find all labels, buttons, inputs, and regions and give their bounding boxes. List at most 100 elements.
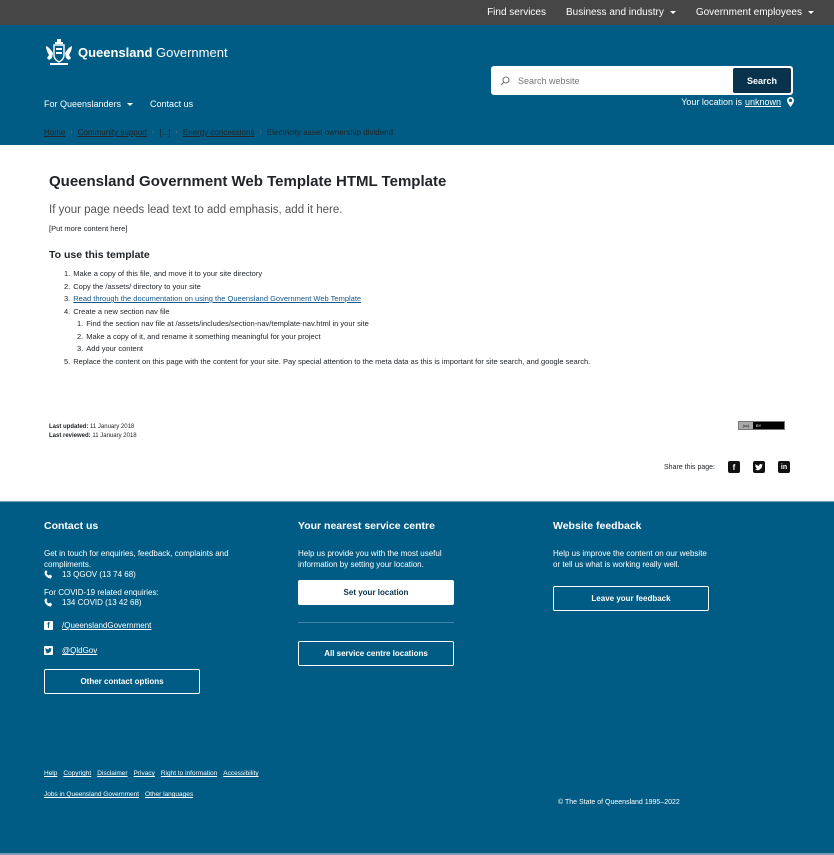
facebook-link[interactable]: /QueenslandGovernment bbox=[62, 621, 151, 630]
list-item: 2. Make a copy of it, and rename it somet… bbox=[77, 331, 809, 344]
utility-item-label: Find services bbox=[487, 7, 546, 18]
all-service-centres-button[interactable]: All service centre locations bbox=[298, 641, 454, 666]
service-centre-text: Help us provide you with the most useful… bbox=[298, 549, 442, 569]
footer-divider bbox=[298, 622, 454, 623]
facebook-icon[interactable]: f bbox=[728, 461, 740, 473]
step-text: Find the section nav file at /assets/inc… bbox=[86, 319, 369, 328]
location-pin-icon bbox=[787, 97, 794, 107]
list-item: 3. Read through the documentation on usin… bbox=[64, 293, 809, 306]
chevron-right-icon: › bbox=[70, 129, 73, 136]
utility-item-label: Government employees bbox=[695, 7, 802, 18]
phone-number: 13 QGOV (13 74 68) bbox=[62, 570, 136, 579]
main-nav: For Queenslanders Contact us bbox=[44, 99, 210, 109]
utility-nav: Find services Business and industry Gove… bbox=[0, 0, 834, 25]
documentation-link[interactable]: Read through the documentation on using … bbox=[73, 294, 361, 303]
page-meta: Last updated: 11 January 2018 Last revie… bbox=[49, 423, 137, 441]
footer-link-privacy[interactable]: Privacy bbox=[134, 770, 155, 777]
last-updated: Last updated: 11 January 2018 bbox=[49, 423, 137, 432]
list-item: 3. Add your content bbox=[77, 343, 809, 356]
caret-down-icon bbox=[669, 11, 676, 14]
search-input[interactable] bbox=[518, 75, 733, 86]
facebook-icon: f bbox=[44, 621, 53, 630]
utility-business-industry[interactable]: Business and industry bbox=[566, 7, 676, 18]
service-centre-heading: Your nearest service centre bbox=[298, 520, 435, 532]
feedback-heading: Website feedback bbox=[553, 520, 642, 532]
caret-down-icon bbox=[127, 102, 134, 106]
step-number: 2. bbox=[77, 331, 84, 341]
footer-link-disclaimer[interactable]: Disclaimer bbox=[97, 770, 127, 777]
lead-text: If your page needs lead text to add emph… bbox=[49, 204, 343, 216]
chevron-right-icon: › bbox=[175, 129, 178, 136]
brand-name-regular: Government bbox=[152, 44, 228, 60]
breadcrumb-current: Electricity asset ownership dividend bbox=[266, 128, 394, 137]
nav-contact-us[interactable]: Contact us bbox=[150, 99, 193, 109]
set-location-button[interactable]: Set your location bbox=[298, 580, 454, 605]
site-header: Queensland Government Search bbox=[0, 25, 834, 145]
location-indicator: Your location is unknown bbox=[681, 97, 794, 107]
footer-links: Help Copyright Disclaimer Privacy Right … bbox=[44, 770, 265, 812]
breadcrumb-community-support[interactable]: Community support bbox=[78, 128, 147, 137]
step-number: 1. bbox=[64, 269, 71, 278]
last-updated-label: Last updated: bbox=[49, 424, 89, 430]
contact-intro: Get in touch for enquiries, feedback, co… bbox=[44, 549, 229, 569]
step-number: 2. bbox=[64, 281, 71, 291]
search-button[interactable]: Search bbox=[733, 68, 791, 93]
steps-list: 1. Make a copy of this file, and move it … bbox=[64, 268, 809, 368]
footer-feedback: Website feedback Help us improve the con… bbox=[553, 520, 713, 611]
step-number: 5. bbox=[64, 356, 71, 366]
phone-qgov[interactable]: 13 QGOV (13 74 68) bbox=[44, 570, 244, 579]
site-logo-link[interactable]: Queensland Government bbox=[44, 38, 228, 66]
phone-number: 134 COVID (13 42 68) bbox=[62, 598, 142, 607]
step-text: Make a copy of this file, and move it to… bbox=[73, 269, 263, 278]
breadcrumb-home[interactable]: Home bbox=[44, 128, 65, 137]
feedback-text: Help us improve the content on our websi… bbox=[553, 549, 707, 569]
last-reviewed: Last reviewed: 11 January 2018 bbox=[49, 432, 137, 441]
footer-link-jobs[interactable]: Jobs in Queensland Government bbox=[44, 791, 139, 798]
twitter-icon[interactable] bbox=[753, 461, 765, 473]
placeholder-text: [Put more content here] bbox=[49, 224, 128, 233]
covid-label: For COVID-19 related enquiries: bbox=[44, 588, 159, 597]
page-title: Queensland Government Web Template HTML … bbox=[49, 173, 447, 190]
footer-link-other-languages[interactable]: Other languages bbox=[145, 791, 193, 798]
step-number: 1. bbox=[77, 319, 84, 328]
footer-link-right-to-information[interactable]: Right to information bbox=[161, 770, 217, 777]
step-text: Copy the /assets/ directory to your site bbox=[73, 281, 201, 291]
footer-links-row: Jobs in Queensland Government Other lang… bbox=[44, 791, 265, 798]
footer-link-accessibility[interactable]: Accessibility bbox=[223, 770, 258, 777]
step-number: 3. bbox=[64, 294, 71, 303]
last-reviewed-date: 11 January 2018 bbox=[92, 433, 137, 439]
breadcrumb: Home › Community support › [...] › Energ… bbox=[44, 128, 393, 137]
breadcrumb-ellipsis[interactable]: [...] bbox=[159, 128, 170, 137]
footer-link-help[interactable]: Help bbox=[44, 770, 57, 777]
footer-twitter: @QldGov bbox=[44, 646, 244, 655]
breadcrumb-energy-concessions[interactable]: Energy concessions bbox=[183, 128, 255, 137]
phone-covid[interactable]: 134 COVID (13 42 68) bbox=[44, 598, 244, 607]
list-item: 1. Make a copy of this file, and move it … bbox=[64, 268, 809, 281]
creative-commons-badge[interactable]: (cc) BY bbox=[738, 421, 785, 430]
phone-icon bbox=[44, 570, 53, 579]
step-text: Make a copy of it, and rename it somethi… bbox=[86, 331, 321, 341]
location-link[interactable]: unknown bbox=[745, 97, 781, 107]
utility-find-services[interactable]: Find services bbox=[487, 7, 546, 18]
step-number: 4. bbox=[64, 306, 71, 316]
step-text: Replace the content on this page with th… bbox=[73, 356, 591, 366]
twitter-icon bbox=[44, 646, 53, 655]
utility-government-employees[interactable]: Government employees bbox=[696, 7, 814, 18]
nav-for-queenslanders[interactable]: For Queenslanders bbox=[44, 99, 134, 109]
brand-name: Queensland Government bbox=[78, 45, 228, 60]
twitter-link[interactable]: @QldGov bbox=[62, 646, 97, 655]
copyright-notice: © The State of Queensland 1995–2022 bbox=[558, 799, 680, 806]
leave-feedback-button[interactable]: Leave your feedback bbox=[553, 586, 709, 611]
last-reviewed-label: Last reviewed: bbox=[49, 433, 91, 439]
step-text: Create a new section nav file bbox=[73, 306, 170, 316]
footer-link-copyright[interactable]: Copyright bbox=[63, 770, 91, 777]
substeps-list: 1. Find the section nav file at /assets/i… bbox=[77, 318, 809, 356]
linkedin-icon[interactable]: in bbox=[778, 461, 790, 473]
last-updated-date: 11 January 2018 bbox=[90, 424, 135, 430]
nav-item-label: Contact us bbox=[150, 99, 194, 109]
caret-down-icon bbox=[808, 11, 814, 14]
list-item: 2. Copy the /assets/ directory to your si… bbox=[64, 281, 809, 294]
other-contact-options-button[interactable]: Other contact options bbox=[44, 669, 200, 694]
main-content: Queensland Government Web Template HTML … bbox=[49, 173, 809, 368]
list-item: 4. Create a new section nav file 1. Find t… bbox=[64, 306, 809, 356]
